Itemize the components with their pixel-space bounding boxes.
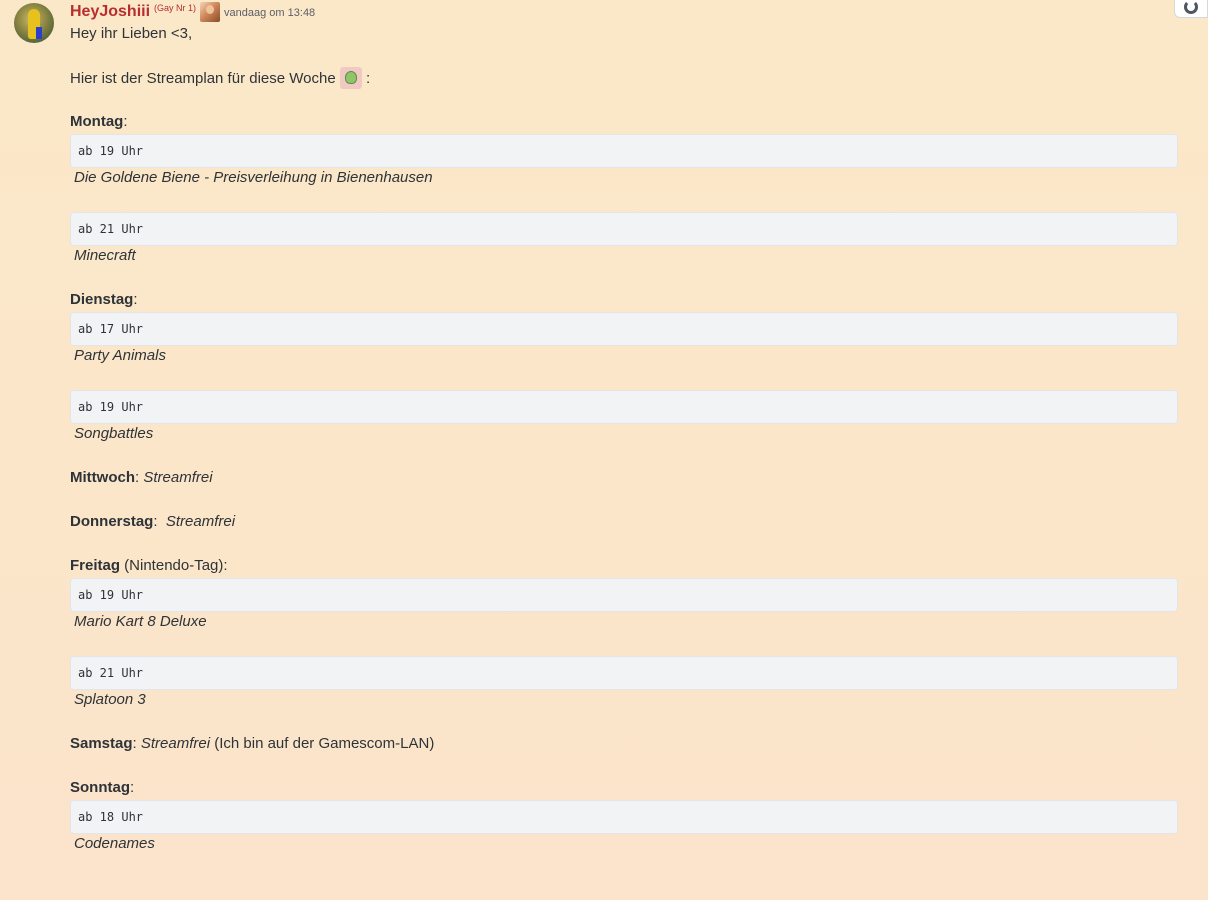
- game-title: Minecraft: [74, 247, 136, 264]
- game-title: Songbattles: [74, 425, 154, 442]
- day-label: Mittwoch: [70, 469, 135, 486]
- day-label: Samstag: [70, 735, 133, 752]
- day-saturday: Samstag: Streamfrei (Ich bin auf der Gam…: [70, 735, 435, 752]
- avatar-figure-detail: [36, 27, 42, 39]
- username[interactable]: HeyJoshiii: [70, 2, 150, 22]
- chat-message: HeyJoshiii (Gay Nr 1) vandaag om 13:48 H…: [70, 2, 1178, 855]
- greeting-line: Hey ihr Lieben <3,: [70, 25, 193, 42]
- day-label: Freitag: [70, 557, 121, 574]
- day-note: (Ich bin auf der Gamescom-LAN): [210, 735, 435, 752]
- day-friday: Freitag (Nintendo-Tag):: [70, 557, 228, 574]
- user-tag: (Gay Nr 1): [154, 3, 197, 13]
- refresh-icon: [1184, 0, 1198, 14]
- game-title: Party Animals: [74, 347, 166, 364]
- frog-emoji-icon[interactable]: [339, 67, 362, 89]
- message-timestamp: vandaag om 13:48: [224, 7, 316, 19]
- day-status: Streamfrei: [165, 513, 236, 530]
- day-status: Streamfrei: [140, 735, 211, 752]
- day-label: Sonntag: [70, 779, 130, 796]
- day-status: Streamfrei: [143, 469, 213, 486]
- day-sunday: Sonntag:: [70, 779, 135, 796]
- day-thursday: Donnerstag: Streamfrei: [70, 513, 236, 530]
- intro-text: Hier ist der Streamplan für diese Woche: [70, 70, 336, 87]
- time-code-block: ab 17 Uhr: [70, 312, 1178, 346]
- time-code-block: ab 19 Uhr: [70, 578, 1178, 612]
- game-title: Splatoon 3: [74, 691, 146, 708]
- time-code-block: ab 21 Uhr: [70, 212, 1178, 246]
- day-tuesday: Dienstag:: [70, 291, 138, 308]
- day-label: Dienstag: [70, 291, 134, 308]
- intro-line: Hier ist der Streamplan für diese Woche …: [70, 67, 1178, 89]
- game-title: Die Goldene Biene - Preisverleihung in B…: [74, 169, 433, 186]
- time-code-block: ab 19 Uhr: [70, 390, 1178, 424]
- message-content: Hey ihr Lieben <3, Hier ist der Streampl…: [70, 23, 1178, 855]
- refresh-button[interactable]: [1174, 0, 1208, 18]
- role-icon-face: [206, 5, 215, 14]
- time-code-block: ab 18 Uhr: [70, 800, 1178, 834]
- time-code-block: ab 19 Uhr: [70, 134, 1178, 168]
- game-title: Mario Kart 8 Deluxe: [74, 613, 207, 630]
- day-label: Montag: [70, 113, 124, 130]
- user-avatar[interactable]: [14, 3, 54, 43]
- game-title: Codenames: [74, 835, 155, 852]
- day-monday: Montag:: [70, 113, 128, 130]
- time-code-block: ab 21 Uhr: [70, 656, 1178, 690]
- day-label: Donnerstag: [70, 513, 154, 530]
- message-header: HeyJoshiii (Gay Nr 1) vandaag om 13:48: [70, 2, 1178, 23]
- day-wednesday: Mittwoch: Streamfrei: [70, 469, 213, 486]
- role-icon[interactable]: [200, 2, 221, 22]
- intro-suffix: :: [366, 70, 371, 87]
